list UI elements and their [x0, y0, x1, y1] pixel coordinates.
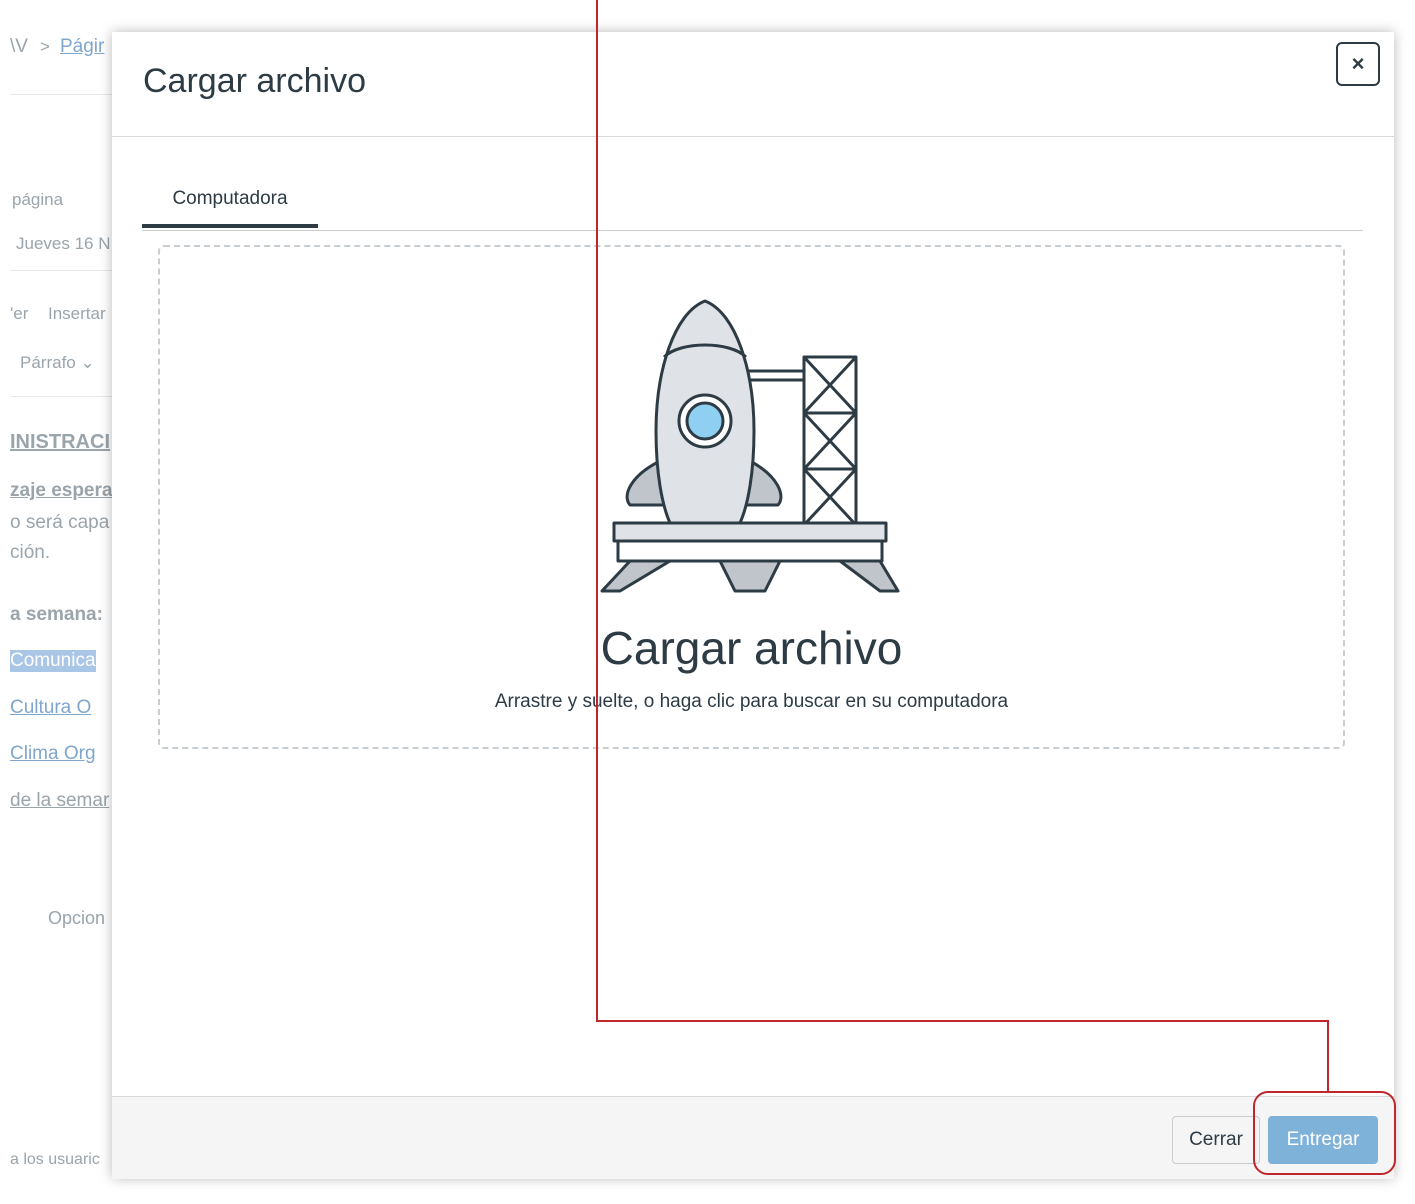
source-tabs: Computadora — [142, 184, 1363, 231]
content-heading: INISTRACI — [10, 431, 110, 453]
close-dialog-button[interactable]: Cerrar — [1172, 1116, 1260, 1164]
tab-label: Computadora — [172, 188, 288, 209]
tab-computadora[interactable]: Computadora — [142, 184, 318, 228]
dialog-footer: Cerrar Entregar — [112, 1096, 1394, 1179]
content-text: ción. — [10, 542, 51, 563]
options-label[interactable]: Opcion — [48, 908, 105, 929]
field-label-page: página — [12, 190, 64, 209]
menu-ver[interactable]: 'er — [10, 304, 28, 324]
content-subheading: zaje espera — [10, 480, 113, 501]
close-button[interactable]: × — [1336, 42, 1380, 86]
content-text: o será capa — [10, 512, 110, 533]
divider — [10, 94, 112, 95]
dialog-title: Cargar archivo — [143, 62, 366, 100]
breadcrumb-separator: > — [40, 37, 50, 56]
upload-file-dialog: Cargar archivo × Computadora Cargar arch… — [112, 32, 1394, 1179]
breadcrumb-link[interactable]: Págir — [60, 36, 104, 58]
content-link-3[interactable]: Clima Org — [10, 743, 96, 765]
menu-insertar[interactable]: Insertar — [48, 304, 106, 324]
rocket-launch-icon — [600, 299, 900, 593]
footer-note: a los usuaric — [10, 1151, 100, 1168]
submit-button[interactable]: Entregar — [1268, 1116, 1378, 1164]
breadcrumb-root[interactable]: \V — [10, 36, 28, 58]
close-icon: × — [1351, 51, 1365, 76]
content-bold-line: a semana: — [10, 604, 103, 625]
divider — [10, 396, 112, 397]
content-link-4[interactable]: de la semar — [10, 790, 109, 812]
content-link-1[interactable]: Comunica — [10, 650, 96, 672]
content-link-2[interactable]: Cultura O — [10, 697, 91, 719]
date-field[interactable]: Jueves 16 N — [16, 234, 111, 254]
file-dropzone[interactable]: Cargar archivo Arrastre y suelte, o haga… — [158, 245, 1345, 749]
dialog-header: Cargar archivo × — [112, 32, 1394, 137]
divider — [10, 270, 112, 271]
dropzone-title: Cargar archivo — [600, 622, 903, 674]
dropzone-hint: Arrastre y suelte, o haga clic para busc… — [494, 691, 1009, 712]
format-select[interactable]: Párrafo ⌄ — [20, 353, 95, 373]
